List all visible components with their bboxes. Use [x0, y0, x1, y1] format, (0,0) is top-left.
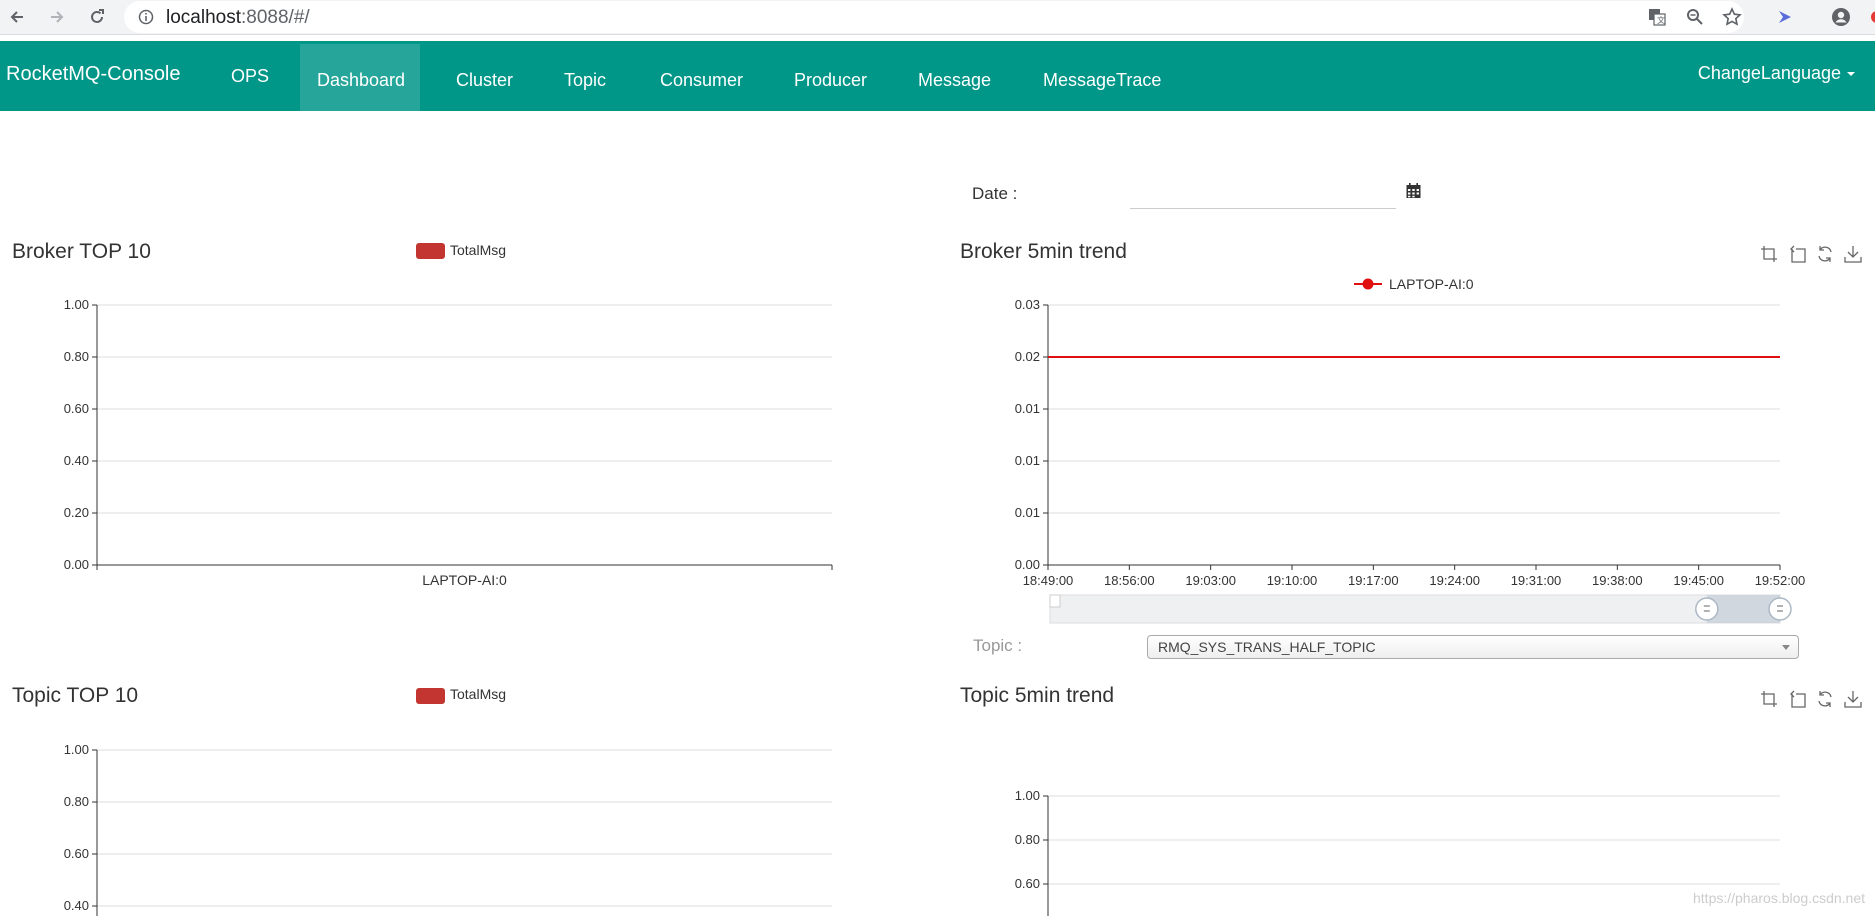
- select-arrow-icon: [1782, 645, 1790, 650]
- topic-label: Topic :: [973, 636, 1023, 655]
- restore-icon[interactable]: [1816, 690, 1836, 710]
- x-tick-label: 19:24:00: [1429, 573, 1480, 588]
- browser-toolbar: localhost:8088/#/ 文: [0, 0, 1875, 35]
- x-tick-label: 19:52:00: [1755, 573, 1806, 588]
- topic-trend-title: Topic 5min trend: [960, 684, 1115, 707]
- datazoom-preview: [1049, 594, 1061, 608]
- y-tick-label: 0.80: [64, 349, 89, 364]
- datazoom-handle: [1768, 597, 1792, 621]
- zoom-select-icon[interactable]: [1760, 245, 1780, 265]
- top-navbar: RocketMQ-Console OPS Dashboard Cluster T…: [0, 41, 1875, 111]
- calendar-icon[interactable]: [1406, 183, 1421, 199]
- zoom-reset-icon[interactable]: [1788, 245, 1808, 265]
- y-tick-label: 1.00: [64, 297, 89, 312]
- x-tick-label: 19:45:00: [1673, 573, 1724, 588]
- forward-icon[interactable]: [44, 4, 70, 30]
- broker-top-title: Broker TOP 10: [12, 240, 151, 263]
- zoom-reset-icon[interactable]: [1788, 690, 1808, 710]
- y-tick-label: 0.60: [64, 846, 89, 861]
- save-image-icon[interactable]: [1844, 245, 1864, 265]
- change-language-label: ChangeLanguage: [1697, 63, 1841, 83]
- datazoom-handle: [1695, 597, 1719, 621]
- broker-top-legend-label: TotalMsg: [450, 242, 507, 258]
- broker-trend-title: Broker 5min trend: [960, 240, 1127, 263]
- y-tick-label: 0.40: [64, 453, 89, 468]
- x-tick-label: 19:17:00: [1348, 573, 1399, 588]
- broker-top-legend-swatch[interactable]: [416, 243, 445, 259]
- topic-top-legend-label: TotalMsg: [450, 686, 507, 702]
- url-path: :8088/#/: [241, 7, 310, 28]
- info-icon[interactable]: [138, 9, 154, 30]
- x-tick-label: LAPTOP-AI:0: [422, 572, 507, 588]
- nav-ops[interactable]: OPS: [214, 41, 286, 111]
- y-tick-label: 0.01: [1015, 505, 1040, 520]
- x-tick-label: 19:38:00: [1592, 573, 1643, 588]
- topic-top-chart: 0.40 0.60 0.80 1.00: [64, 742, 832, 916]
- y-tick-label: 0.00: [1015, 557, 1040, 572]
- date-input[interactable]: [1130, 178, 1396, 209]
- reload-icon[interactable]: [84, 4, 110, 30]
- topic-trend-chart: 0.60 0.80 1.00: [1015, 788, 1780, 916]
- zoom-select-icon[interactable]: [1760, 690, 1780, 710]
- broker-trend-chart: 0.00 0.01 0.01 0.01 0.02 0.03 18:49:00 18:56:00…: [1015, 297, 1806, 624]
- nav-messagetrace[interactable]: MessageTrace: [1026, 44, 1178, 114]
- y-tick-label: 0.80: [64, 794, 89, 809]
- topic-select-value: RMQ_SYS_TRANS_HALF_TOPIC: [1158, 639, 1376, 655]
- y-tick-label: 0.40: [64, 898, 89, 913]
- y-tick-label: 0.80: [1015, 832, 1040, 847]
- back-icon[interactable]: [4, 4, 30, 30]
- datazoom-track: [1049, 594, 1781, 624]
- y-tick-label: 1.00: [64, 742, 89, 757]
- y-tick-label: 0.60: [1015, 876, 1040, 891]
- nav-consumer[interactable]: Consumer: [643, 44, 760, 114]
- x-tick-label: 18:56:00: [1104, 573, 1155, 588]
- topic-top-legend-swatch[interactable]: [416, 688, 445, 704]
- change-language-dropdown[interactable]: ChangeLanguage: [1698, 63, 1855, 84]
- url-host: localhost: [166, 7, 241, 28]
- y-tick-label: 0.01: [1015, 453, 1040, 468]
- y-tick-label: 0.02: [1015, 349, 1040, 364]
- topic-top-title: Topic TOP 10: [12, 684, 139, 707]
- y-tick-label: 0.20: [64, 505, 89, 520]
- profile-icon[interactable]: [1828, 4, 1854, 30]
- watermark: https://pharos.blog.csdn.net: [1693, 890, 1865, 906]
- y-tick-label: 0.03: [1015, 297, 1040, 312]
- svg-text:文: 文: [1657, 15, 1665, 25]
- x-tick-label: 18:49:00: [1023, 573, 1074, 588]
- extension-icon[interactable]: [1772, 4, 1798, 30]
- y-tick-label: 1.00: [1015, 788, 1040, 803]
- y-tick-label: 0.60: [64, 401, 89, 416]
- y-tick-label: 0.01: [1015, 401, 1040, 416]
- y-tick-label: 0.00: [64, 557, 89, 572]
- nav-dashboard[interactable]: Dashboard: [300, 44, 420, 111]
- address-bar[interactable]: localhost:8088/#/ 文: [124, 1, 1744, 33]
- bookmark-star-icon[interactable]: [1722, 7, 1742, 32]
- url-text: localhost:8088/#/: [166, 7, 310, 29]
- nav-cluster[interactable]: Cluster: [439, 44, 530, 114]
- x-tick-label: 19:31:00: [1511, 573, 1562, 588]
- x-tick-label: 19:10:00: [1267, 573, 1318, 588]
- brand-logo[interactable]: RocketMQ-Console: [6, 63, 181, 86]
- broker-top-chart: 0.00 0.20 0.40 0.60 0.80 1.00 LAPTOP-AI:0: [64, 297, 833, 588]
- restore-icon[interactable]: [1816, 245, 1836, 265]
- caret-down-icon: [1847, 72, 1855, 77]
- x-tick-label: 19:03:00: [1185, 573, 1236, 588]
- date-label: Date :: [972, 184, 1018, 203]
- nav-topic[interactable]: Topic: [547, 44, 623, 114]
- nav-producer[interactable]: Producer: [777, 44, 884, 114]
- translate-icon[interactable]: 文: [1648, 8, 1666, 31]
- save-image-icon[interactable]: [1844, 690, 1864, 710]
- zoom-icon[interactable]: [1686, 8, 1704, 31]
- nav-message[interactable]: Message: [901, 44, 1008, 114]
- topic-select[interactable]: RMQ_SYS_TRANS_HALF_TOPIC: [1147, 635, 1799, 659]
- menu-icon[interactable]: [1860, 4, 1875, 30]
